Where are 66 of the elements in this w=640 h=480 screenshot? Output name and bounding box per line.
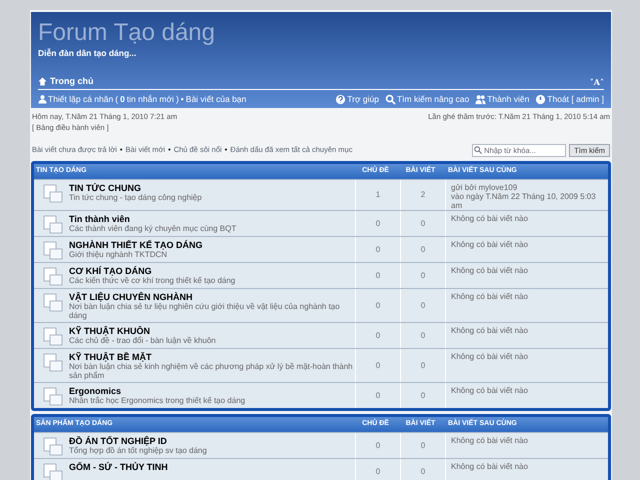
- forum-folder-icon: [42, 214, 64, 234]
- forum-description: Tổng hợp đồ án tốt nghiệp sv tạo dáng: [69, 446, 207, 454]
- forum-title-link[interactable]: Ergonomics: [69, 386, 246, 396]
- user-icon: [38, 94, 47, 104]
- nav-link[interactable]: Thoát [ admin ]: [547, 92, 604, 106]
- forum-description: Các thành viên đang ký chuyên mục cùng BQT: [69, 224, 236, 232]
- home-icon: [38, 77, 47, 86]
- home-link[interactable]: Trong chủ: [50, 74, 94, 88]
- last-post-text: Không có bài viết nào: [451, 240, 529, 248]
- topics-count: 0: [355, 458, 400, 480]
- forum-folder-icon: [42, 266, 64, 286]
- site-tagline: Diễn đàn dân tạo dáng...: [38, 47, 138, 60]
- forum-folder-icon: [42, 182, 64, 202]
- last-post-text: Không có bài viết nào: [451, 266, 529, 274]
- site-title: Forum Tạo dáng: [38, 19, 216, 47]
- forum-title-link[interactable]: GỐM - SỨ - THỦY TINH: [69, 462, 168, 472]
- last-post-text: Không có bài viết nào: [451, 386, 529, 394]
- last-post-text: Không có bài viết nào: [451, 326, 529, 334]
- topics-count: 0: [355, 382, 400, 408]
- forum-folder-icon: [42, 240, 64, 260]
- last-post-text: Không có bài viết nào: [451, 462, 529, 470]
- forum-description: Nhân trắc học Ergonomics trong thiết kế tạo dáng: [69, 396, 246, 404]
- last-post-text: Không có bài viết nào: [451, 214, 529, 222]
- last-post-text: Không có bài viết nào: [451, 292, 529, 300]
- posts-count: 0: [400, 458, 445, 480]
- forum-description: Giới thiệu nghành TKTDCN: [69, 250, 168, 258]
- forum-description: Các chủ đề - trao đổi - bàn luận về khuôn: [69, 336, 216, 344]
- nav-separator: •: [180, 92, 184, 106]
- last-post-text: vào ngày T.Năm 22 Tháng 10, 2009 5:03 am: [451, 192, 597, 210]
- search-icon: [384, 94, 396, 104]
- nav-link[interactable]: Bài viết của bạn: [186, 92, 246, 106]
- message-count: 0: [120, 92, 125, 106]
- forum-description: Nơi bàn luận chia sẻ kinh nghiệm về các phương pháp xử lý bề mặt-hoàn thành sản phẩm: [69, 362, 354, 380]
- forum-title-link[interactable]: VẬT LIỆU CHUYÊN NGHÀNH: [69, 292, 355, 302]
- forum-title-link[interactable]: NGHÀNH THIẾT KẾ TẠO DÁNG: [69, 240, 202, 250]
- forum-folder-icon: [42, 462, 64, 480]
- power-icon: [535, 94, 546, 104]
- forum-title-link[interactable]: Tin thành viên: [69, 214, 236, 224]
- nav-link[interactable]: Trợ giúp: [347, 92, 379, 106]
- users-icon: [475, 94, 486, 104]
- forum-folder-icon: [42, 326, 64, 346]
- nav-link[interactable]: Tìm kiếm nâng cao: [396, 92, 470, 106]
- forum-description: Các kiến thức về cơ khí trong thiết kế tạo dáng: [69, 276, 236, 284]
- forum-title-link[interactable]: CƠ KHÍ TẠO DÁNG: [69, 266, 236, 276]
- nav-link[interactable]: Thiết lập cá nhân: [48, 92, 114, 106]
- font-size-toggle[interactable]: ˅A˄: [590, 76, 604, 88]
- forum-description: Tin tức chung - tạo dáng công nghiệp: [69, 192, 202, 202]
- forum-title-link[interactable]: KỸ THUẬT KHUÔN: [69, 326, 216, 336]
- posts-count: 0: [400, 382, 445, 408]
- last-post-text: Không có bài viết nào: [451, 352, 529, 360]
- forum-folder-icon: [42, 292, 64, 312]
- nav-link[interactable]: Thành viên: [487, 92, 530, 106]
- forum-title-link[interactable]: ĐỒ ÁN TỐT NGHIỆP ID: [69, 436, 207, 446]
- forum-description: Nơi bàn luận chia sẻ tư liệu nghiên cứu giới thiệu về vật liệu của nghành tạo dáng: [69, 302, 341, 320]
- nav-separator: ): [176, 92, 179, 106]
- forum-title-link[interactable]: TIN TỨC CHUNG: [69, 182, 202, 192]
- help-icon: [335, 94, 346, 104]
- search-icon: [474, 146, 482, 154]
- forum-title-link[interactable]: KỸ THUẬT BỀ MẶT: [69, 352, 355, 362]
- forum-folder-icon: [42, 386, 64, 406]
- last-post-text: gửi bởi mylove109: [451, 182, 518, 192]
- nav-link[interactable]: tin nhắn mới: [126, 92, 174, 106]
- last-post-text: Không có bài viết nào: [451, 436, 529, 444]
- forum-folder-icon: [42, 436, 64, 456]
- nav-separator: (: [115, 92, 118, 106]
- forum-folder-icon: [42, 352, 64, 372]
